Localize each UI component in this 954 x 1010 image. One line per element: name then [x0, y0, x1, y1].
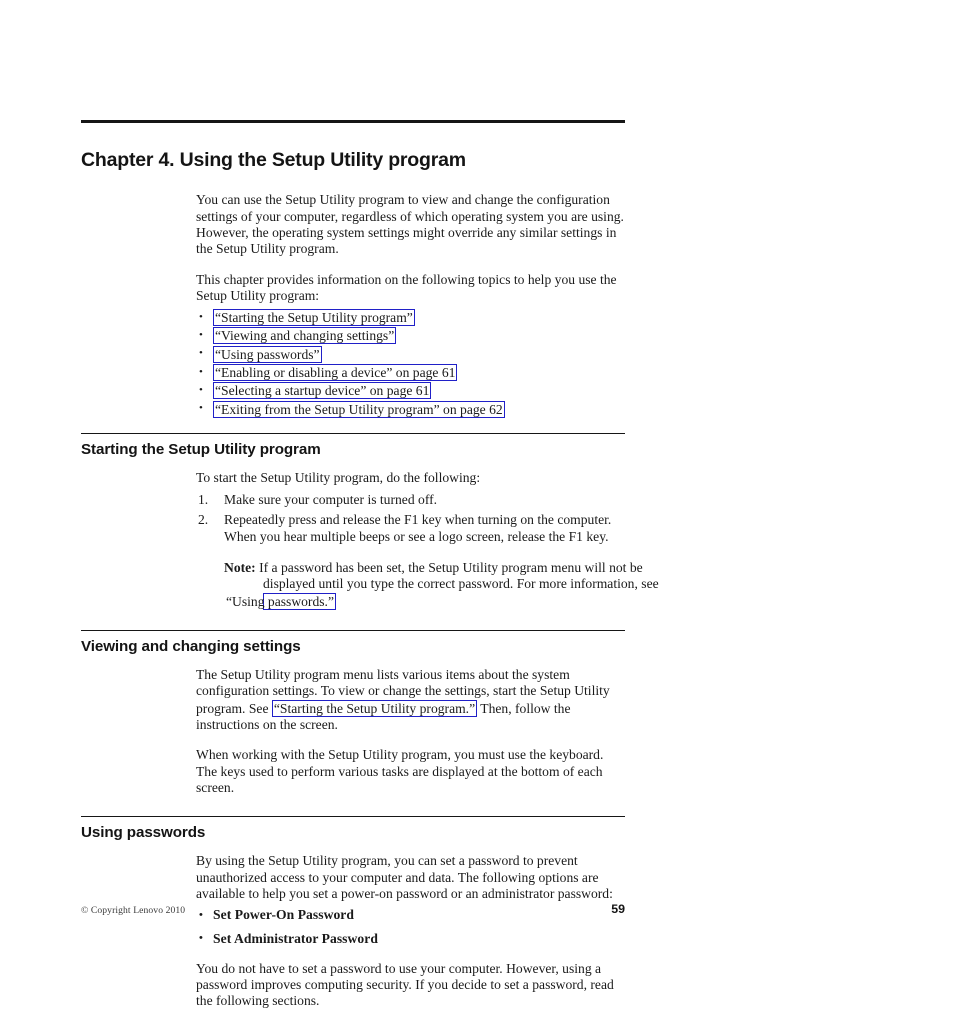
xref-link-viewing-changing-settings[interactable]: “Viewing and changing settings”	[213, 327, 397, 345]
xref-link-starting-setup-utility[interactable]: “Starting the Setup Utility program”	[213, 309, 415, 327]
list-item: “Viewing and changing settings”	[196, 327, 625, 345]
section-viewing-changing-settings: Viewing and changing settings The Setup …	[81, 630, 625, 796]
list-item: “Starting the Setup Utility program”	[196, 309, 625, 327]
topics-link-list: “Starting the Setup Utility program” “Vi…	[196, 309, 625, 418]
list-item: Set Administrator Password	[196, 930, 625, 948]
page-footer: © Copyright Lenovo 2010 59	[81, 902, 625, 916]
xref-link-using-passwords-note[interactable]: “Using passwords.”	[226, 592, 336, 610]
page-title: Chapter 4. Using the Setup Utility progr…	[81, 149, 466, 171]
section-viewing-body: The Setup Utility program menu lists var…	[196, 667, 625, 796]
note-block: Note: If a password has been set, the Se…	[224, 560, 659, 610]
xref-link-enabling-disabling-device[interactable]: “Enabling or disabling a device” on page…	[213, 364, 458, 382]
list-item: “Selecting a startup device” on page 61	[196, 382, 625, 400]
intro-paragraph: You can use the Setup Utility program to…	[196, 192, 624, 257]
section-passwords-body: By using the Setup Utility program, you …	[196, 853, 625, 1009]
viewing-paragraph-2: When working with the Setup Utility prog…	[196, 747, 604, 795]
xref-link-using-passwords[interactable]: “Using passwords”	[213, 345, 322, 363]
topics-lead-paragraph: This chapter provides information on the…	[196, 271, 617, 303]
section-rule	[81, 433, 625, 435]
page-number: 59	[611, 902, 625, 916]
list-item: “Exiting from the Setup Utility program”…	[196, 400, 625, 419]
page-content: Chapter 4. Using the Setup Utility progr…	[81, 120, 659, 1010]
section-heading-viewing-changing-settings: Viewing and changing settings	[81, 638, 301, 656]
copyright-notice: © Copyright Lenovo 2010	[81, 905, 186, 916]
passwords-paragraph-2: You do not have to set a password to use…	[196, 960, 614, 1009]
list-item: Make sure your computer is turned off.	[198, 491, 438, 509]
xref-link-selecting-startup-device[interactable]: “Selecting a startup device” on page 61	[213, 382, 432, 400]
starting-lead-paragraph: To start the Setup Utility program, do t…	[196, 470, 481, 486]
section-starting-body: To start the Setup Utility program, do t…	[196, 470, 659, 610]
starting-steps-list: Make sure your computer is turned off. R…	[196, 492, 625, 545]
chapter-rule	[81, 120, 625, 123]
xref-link-exiting-setup-utility[interactable]: “Exiting from the Setup Utility program”…	[213, 400, 505, 418]
section-rule	[81, 816, 625, 818]
section-heading-using-passwords: Using passwords	[81, 824, 206, 842]
document-page: Chapter 4. Using the Setup Utility progr…	[0, 0, 954, 1008]
viewing-paragraph-1: The Setup Utility program menu lists var…	[196, 667, 625, 733]
list-item: Repeatedly press and release the F1 key …	[198, 512, 612, 544]
section-starting-setup-utility: Starting the Setup Utility program To st…	[81, 433, 659, 610]
chapter-intro-block: You can use the Setup Utility program to…	[196, 192, 625, 418]
section-rule	[81, 630, 625, 632]
section-heading-starting-setup-utility: Starting the Setup Utility program	[81, 441, 321, 459]
list-item: “Using passwords”	[196, 345, 625, 364]
note-label: Note:	[224, 559, 256, 575]
xref-link-starting-setup-utility-inline[interactable]: “Starting the Setup Utility program.”	[271, 699, 478, 717]
list-item: “Enabling or disabling a device” on page…	[196, 364, 625, 382]
note-text: If a password has been set, the Setup Ut…	[259, 559, 659, 592]
passwords-paragraph-1: By using the Setup Utility program, you …	[196, 853, 613, 901]
